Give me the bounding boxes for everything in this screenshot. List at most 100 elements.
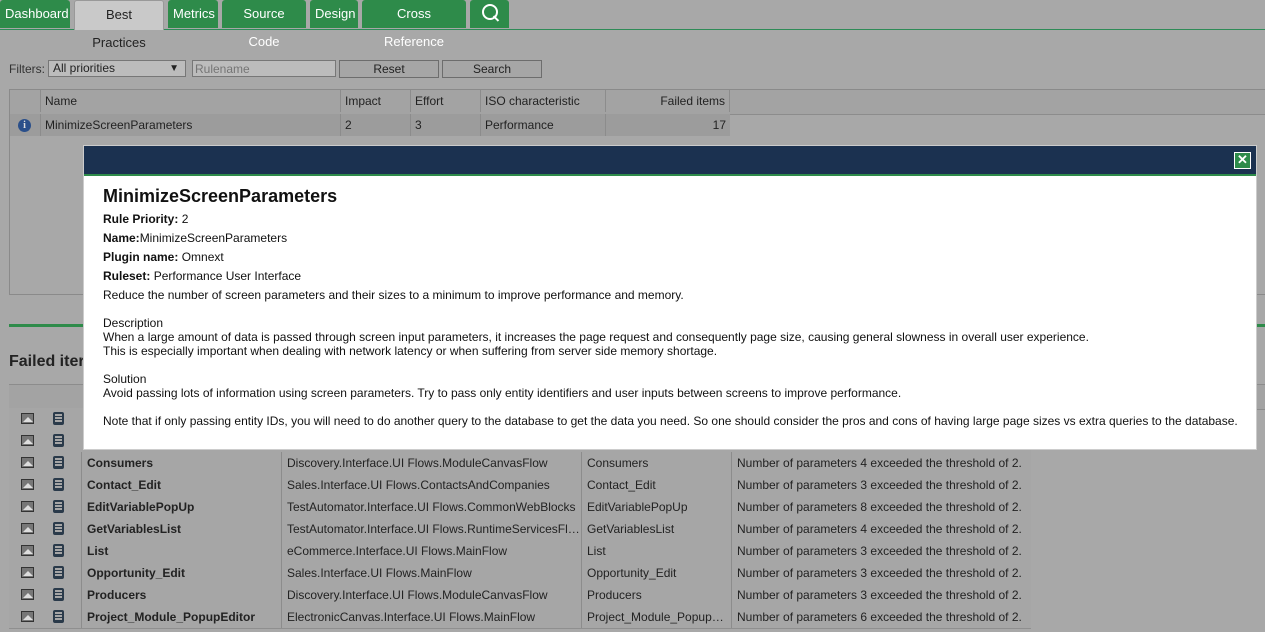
rule-summary: Reduce the number of screen parameters a… [103, 288, 684, 302]
ruleset-value: Performance User Interface [153, 269, 302, 283]
item-message-cell: Number of parameters 3 exceeded the thre… [731, 562, 1031, 584]
item-message-cell: Number of parameters 4 exceeded the thre… [731, 518, 1031, 540]
image-icon[interactable] [21, 545, 34, 556]
item-message-cell: Number of parameters 6 exceeded the thre… [731, 606, 1031, 628]
item-name-cell: GetVariablesList [81, 518, 281, 540]
table-row[interactable]: Project_Module_PopupEditor ElectronicCanv… [9, 606, 1031, 629]
plugin-name-value: Omnext [181, 250, 224, 264]
table-row[interactable]: Opportunity_Edit Sales.Interface.UI Flows… [9, 562, 1031, 585]
filters-label: Filters: [9, 62, 45, 76]
item-message-cell: Number of parameters 3 exceeded the thre… [731, 474, 1031, 496]
item-message-cell: Number of parameters 3 exceeded the thre… [731, 584, 1031, 606]
clipboard-icon[interactable] [53, 566, 64, 579]
item-message-cell: Number of parameters 8 exceeded the thre… [731, 496, 1031, 518]
rule-impact-cell: 2 [340, 114, 410, 136]
rule-details-modal: ✕ MinimizeScreenParameters Rule Priority… [83, 145, 1257, 450]
tab-search[interactable] [470, 0, 509, 28]
plugin-name-label: Plugin name: [103, 250, 179, 264]
item-screen-cell: Project_Module_PopupEditor [581, 606, 731, 628]
clipboard-icon[interactable] [53, 456, 64, 469]
col-header-effort[interactable]: Effort [410, 90, 480, 112]
rulename-input[interactable] [192, 60, 336, 77]
description-heading: Description [103, 316, 164, 330]
clipboard-icon[interactable] [53, 522, 64, 535]
tab-cross-reference[interactable]: Cross Reference [362, 0, 466, 49]
image-icon[interactable] [21, 589, 34, 600]
table-row[interactable]: i MinimizeScreenParameters 2 3 Performan… [10, 114, 730, 136]
image-icon[interactable] [21, 413, 34, 424]
item-screen-cell: Producers [581, 584, 731, 606]
tab-metrics[interactable]: Metrics [168, 0, 218, 28]
rule-iso-cell: Performance [480, 114, 605, 136]
info-icon[interactable]: i [18, 119, 31, 132]
table-row[interactable]: Producers Discovery.Interface.UI Flows.Mo… [9, 584, 1031, 607]
table-row[interactable]: EditVariablePopUp TestAutomator.Interface… [9, 496, 1031, 519]
item-module-cell: Discovery.Interface.UI Flows.ModuleCanva… [281, 452, 581, 474]
priority-select-value: All priorities [53, 61, 116, 75]
reset-button[interactable]: Reset [339, 60, 439, 78]
priority-select[interactable]: All priorities ▼ [48, 60, 186, 77]
col-header-failed-items[interactable]: Failed items [605, 90, 730, 112]
solution-heading: Solution [103, 372, 147, 386]
item-module-cell: TestAutomator.Interface.UI Flows.CommonW… [281, 496, 581, 518]
search-icon [481, 4, 498, 20]
image-icon[interactable] [21, 457, 34, 468]
rule-priority-label: Rule Priority: [103, 212, 179, 226]
item-name-cell: Contact_Edit [81, 474, 281, 496]
clipboard-icon[interactable] [53, 500, 64, 513]
item-screen-cell: Consumers [581, 452, 731, 474]
table-row[interactable]: GetVariablesList TestAutomator.Interface.… [9, 518, 1031, 541]
image-icon[interactable] [21, 501, 34, 512]
image-icon[interactable] [21, 567, 34, 578]
rule-name-cell: MinimizeScreenParameters [40, 114, 340, 136]
rules-table-header: Name Impact Effort ISO characteristic Fa… [10, 90, 1265, 115]
close-icon[interactable]: ✕ [1234, 152, 1251, 169]
item-name-cell: Consumers [81, 452, 281, 474]
item-name-cell: Opportunity_Edit [81, 562, 281, 584]
tab-design[interactable]: Design [310, 0, 358, 28]
clipboard-icon[interactable] [53, 544, 64, 557]
tab-best-practices[interactable]: Best Practices [74, 0, 164, 50]
clipboard-icon[interactable] [53, 588, 64, 601]
description-line-2: This is especially important when dealin… [103, 344, 718, 358]
item-name-cell: Producers [81, 584, 281, 606]
dropdown-arrow-icon: ▼ [169, 63, 179, 74]
rule-name-value: MinimizeScreenParameters [139, 231, 288, 245]
col-header-iso[interactable]: ISO characteristic [480, 90, 605, 112]
table-row[interactable]: Contact_Edit Sales.Interface.UI Flows.Con… [9, 474, 1031, 497]
clipboard-icon[interactable] [53, 412, 64, 425]
search-button[interactable]: Search [442, 60, 542, 78]
table-row[interactable]: List eCommerce.Interface.UI Flows.MainFlo… [9, 540, 1031, 563]
image-icon[interactable] [21, 611, 34, 622]
clipboard-icon[interactable] [53, 478, 64, 491]
item-module-cell: Sales.Interface.UI Flows.ContactsAndComp… [281, 474, 581, 496]
modal-header: ✕ [84, 146, 1256, 176]
failed-items-title: Failed iter [9, 353, 85, 370]
item-name-cell: List [81, 540, 281, 562]
tab-source-code[interactable]: Source Code [222, 0, 306, 49]
top-tab-bar: Dashboard Best Practices Metrics Source … [0, 0, 1265, 50]
image-icon[interactable] [21, 479, 34, 490]
col-header-name[interactable]: Name [40, 90, 340, 112]
tab-dashboard[interactable]: Dashboard [0, 0, 70, 28]
col-header-impact[interactable]: Impact [340, 90, 410, 112]
item-module-cell: ElectronicCanvas.Interface.UI Flows.Main… [281, 606, 581, 628]
rule-priority-value: 2 [181, 212, 189, 226]
clipboard-icon[interactable] [53, 610, 64, 623]
clipboard-icon[interactable] [53, 434, 64, 447]
item-screen-cell: Opportunity_Edit [581, 562, 731, 584]
modal-title: MinimizeScreenParameters [103, 186, 338, 206]
image-icon[interactable] [21, 435, 34, 446]
solution-note: Note that if only passing entity IDs, yo… [103, 414, 1238, 428]
rule-name: Name:MinimizeScreenParameters [103, 231, 287, 245]
rule-failed-count-cell: 17 [605, 114, 730, 136]
item-screen-cell: EditVariablePopUp [581, 496, 731, 518]
table-row[interactable]: Consumers Discovery.Interface.UI Flows.Mo… [9, 452, 1031, 475]
item-module-cell: TestAutomator.Interface.UI Flows.Runtime… [281, 518, 581, 540]
item-screen-cell: List [581, 540, 731, 562]
item-module-cell: eCommerce.Interface.UI Flows.MainFlow [281, 540, 581, 562]
item-module-cell: Sales.Interface.UI Flows.MainFlow [281, 562, 581, 584]
image-icon[interactable] [21, 523, 34, 534]
item-message-cell: Number of parameters 4 exceeded the thre… [731, 452, 1031, 474]
rule-effort-cell: 3 [410, 114, 480, 136]
